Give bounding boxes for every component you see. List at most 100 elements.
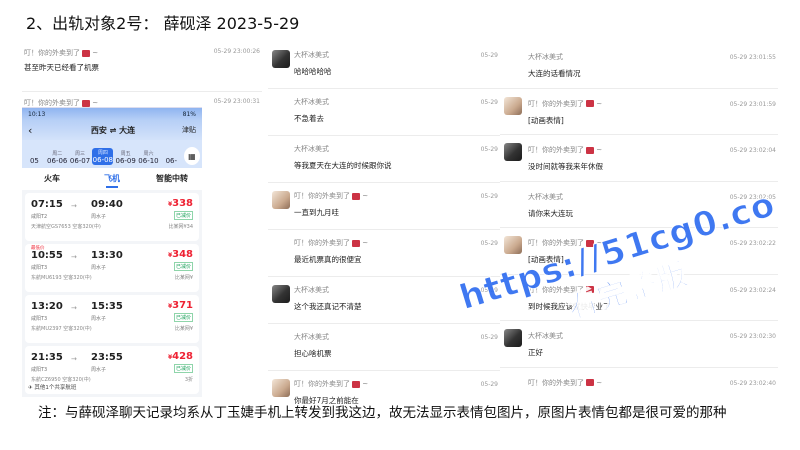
date-item[interactable]: 06- xyxy=(161,157,182,165)
chat-message: 大杯冰美式 05-29 不急着去 xyxy=(268,89,500,136)
chat-message: 大杯冰美式 05-29 哈哈哈哈哈 xyxy=(268,42,500,89)
date-item-selected[interactable]: 周四 06-08 xyxy=(92,148,114,165)
middle-chat-column: 大杯冰美式 05-29 哈哈哈哈哈 大杯冰美式 05-29 不急着去 大杯冰美式… xyxy=(268,42,500,418)
status-time: 10:13 xyxy=(28,111,46,118)
sender-name: 大杯冰美式 xyxy=(528,192,563,201)
sender-name: 叮！你的外卖到了 ~ xyxy=(294,380,369,388)
departure-airport: 咸阳T3 xyxy=(31,265,48,271)
avatar xyxy=(504,143,522,161)
transport-tabs: 火车 飞机 智能中转 xyxy=(22,168,202,190)
red-bag-icon xyxy=(586,100,594,107)
allowance-link[interactable]: 津贴 xyxy=(182,125,196,135)
message-text: 没时间就等我来年休假 xyxy=(528,162,603,171)
arrival-airport: 周水子 xyxy=(91,214,107,220)
tab-transfer[interactable]: 智能中转 xyxy=(142,168,202,190)
price-compare: 比某网¥34 xyxy=(168,224,193,230)
slide-title: 2、出轨对象2号： 薛砚泽 2023-5-29 xyxy=(26,14,300,33)
price: ¥371 xyxy=(167,300,193,311)
message-time: 05-29 23:00:31 xyxy=(213,98,260,105)
message-time: 05-29 23:00:26 xyxy=(213,48,260,55)
message-text: 甚至昨天已经看了机票 xyxy=(24,63,99,72)
flight-row[interactable]: 最低价 10:55 → 13:30 咸阳T3 周水子 ¥348 已减价 东航MU… xyxy=(25,244,199,292)
message-text: 哈哈哈哈哈 xyxy=(294,67,332,76)
message-time: 05-29 23:01:59 xyxy=(729,100,776,108)
red-bag-icon xyxy=(82,99,90,107)
phone-status-bar: 10:13 81% xyxy=(22,108,202,120)
avatar xyxy=(504,236,522,254)
message-text: [动画表情] xyxy=(528,115,564,125)
sender-name: 叮！你的外卖到了 ~ xyxy=(294,192,369,200)
avatar xyxy=(272,191,290,209)
arrival-time: 15:35 xyxy=(91,301,123,312)
price-compare: 比某网¥ xyxy=(174,275,193,281)
date-selector: 05 周二 06-06 周三 06-07 周四 06-08 周五 06-09 周六 06-… xyxy=(22,140,202,168)
chat-message: 叮！你的外卖到了 ~ 05-29 23:02:40 xyxy=(500,368,778,392)
arrival-time: 09:40 xyxy=(91,199,123,210)
flight-row[interactable]: 07:15 → 09:40 咸阳T2 周水子 ¥338 已减价 天津航空GS76… xyxy=(25,193,199,241)
message-text: 请你来大连玩 xyxy=(528,208,573,218)
message-time: 05-29 23:02:24 xyxy=(729,286,776,294)
arrival-airport: 周水子 xyxy=(91,265,107,271)
discount-badge: 已减价 xyxy=(173,262,193,271)
flight-info: 东航CZ6950 空客320(中) xyxy=(31,377,91,383)
avatar xyxy=(272,50,290,68)
date-item[interactable]: 周六 06-10 xyxy=(138,150,159,165)
red-bag-icon xyxy=(352,239,360,247)
message-text: 一直到九月哇 xyxy=(294,208,339,217)
route-title: 西安 ⇌ 大连 xyxy=(90,125,136,135)
red-bag-icon xyxy=(352,192,360,200)
arrow-icon: → xyxy=(71,355,77,363)
chat-message: 大杯冰美式 05-29 担心啥机票 xyxy=(268,324,500,371)
left-chat-column: 叮！你的外卖到了 ~ 05-29 23:00:26 甚至昨天已经看了机票 叮！你… xyxy=(22,42,262,108)
flight-info: 东航MU2397 空客320(中) xyxy=(31,326,92,332)
message-time: 05-29 xyxy=(480,146,498,153)
message-time: 05-29 23:02:04 xyxy=(729,147,776,154)
date-item[interactable]: 05 xyxy=(24,157,45,165)
message-time: 05-29 xyxy=(480,52,498,59)
chat-message: 大杯冰美式 05-29 23:01:55 大连的话看情况 xyxy=(500,42,778,89)
chat-message: 大杯冰美式 05-29 等我夏天在大连的时候跟你说 xyxy=(268,136,500,183)
sender-name: 大杯冰美式 xyxy=(528,53,563,61)
discount-badge: 已减价 xyxy=(173,364,193,373)
sender-name: 叮！你的外卖到了 ~ xyxy=(528,146,603,154)
date-item[interactable]: 周二 06-06 xyxy=(47,150,68,165)
price: ¥428 xyxy=(167,351,193,362)
flight-header: ‹ 西安 ⇌ 大连 津贴 xyxy=(22,120,202,140)
arrow-icon: → xyxy=(71,202,77,210)
date-item[interactable]: 周三 06-07 xyxy=(70,150,91,165)
tab-train[interactable]: 火车 xyxy=(22,168,82,190)
sender-name: 大杯冰美式 xyxy=(294,333,329,341)
discount-badge: 已减价 xyxy=(173,313,193,322)
flight-search-screenshot: 10:13 81% ‹ 西安 ⇌ 大连 津贴 05 周二 06-06 周三 06-0… xyxy=(22,107,202,397)
price-compare: 3折 xyxy=(184,377,193,383)
flight-info: 东航MU6193 空客320(中) xyxy=(31,275,92,281)
message-time: 05-29 23:02:30 xyxy=(729,333,776,340)
arrival-time: 13:30 xyxy=(91,250,123,261)
date-item[interactable]: 周五 06-09 xyxy=(115,150,136,165)
shared-flights-link[interactable]: ✈ 其他1个共享航班 xyxy=(28,383,76,391)
red-bag-icon xyxy=(352,380,360,388)
departure-time: 13:20 xyxy=(31,301,63,312)
message-text: 最近机票真的很便宜 xyxy=(294,255,362,264)
arrow-icon: → xyxy=(71,304,77,312)
sender-name: 大杯冰美式 xyxy=(294,145,329,153)
sender-name: 叮！你的外卖到了 ~ xyxy=(24,49,99,57)
tab-flight[interactable]: 飞机 xyxy=(82,168,142,190)
sender-name: 大杯冰美式 xyxy=(294,286,329,294)
arrival-airport: 周水子 xyxy=(91,367,107,373)
back-arrow-icon[interactable]: ‹ xyxy=(28,124,44,137)
discount-badge: 已减价 xyxy=(173,211,193,220)
price: ¥348 xyxy=(167,249,193,260)
arrival-time: 23:55 xyxy=(91,352,123,363)
avatar xyxy=(272,379,290,397)
message-text: 等我夏天在大连的时候跟你说 xyxy=(294,161,392,170)
flight-row[interactable]: 13:20 → 15:35 咸阳T3 周水子 ¥371 已减价 东航MU2397… xyxy=(25,295,199,343)
calendar-icon[interactable]: ▦ xyxy=(183,147,200,165)
sender-name: 叮！你的外卖到了 ~ xyxy=(528,99,603,108)
sender-name: 大杯冰美式 xyxy=(294,51,329,59)
chat-message: 叮！你的外卖到了 ~ 05-29 最近机票真的很便宜 xyxy=(268,230,500,277)
message-time: 05-29 xyxy=(480,240,498,247)
chat-message: 叮！你的外卖到了 ~ 05-29 23:00:31 xyxy=(22,92,262,108)
departure-time: 07:15 xyxy=(31,199,63,210)
departure-time: 21:35 xyxy=(31,352,63,363)
